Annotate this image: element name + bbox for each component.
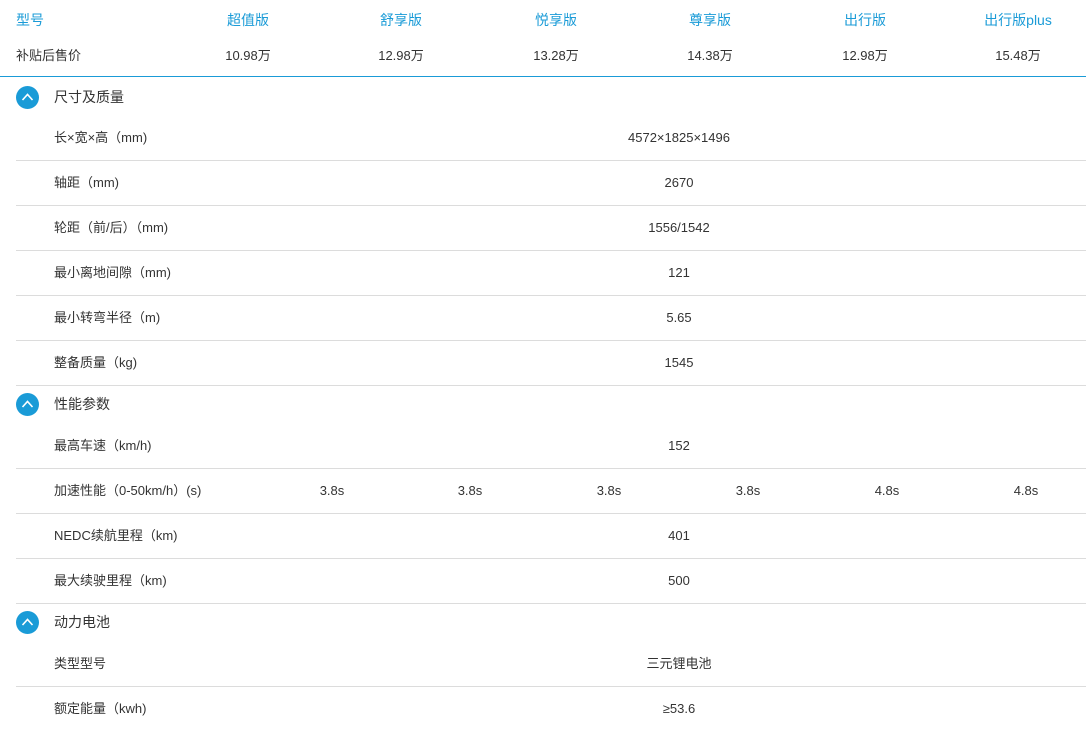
section-title: 动力电池 bbox=[54, 614, 110, 630]
section-title: 尺寸及质量 bbox=[54, 89, 124, 105]
spec-value: ≥53.6 bbox=[662, 701, 696, 716]
spec-row: 长×宽×高（mm) 4572×1825×1496 bbox=[16, 115, 1086, 161]
spec-cell: 3.8s bbox=[596, 483, 622, 498]
spec-label: 额定能量（kwh) bbox=[54, 701, 147, 716]
spec-value: 1556/1542 bbox=[648, 220, 710, 235]
spec-label: 轴距（mm) bbox=[54, 175, 119, 190]
spec-row: 最高车速（km/h) 152 bbox=[16, 423, 1086, 469]
model-label: 型号 bbox=[16, 12, 44, 28]
spec-label: NEDC续航里程（km) bbox=[54, 528, 178, 543]
spec-value: 152 bbox=[668, 438, 690, 453]
spec-value: 三元锂电池 bbox=[646, 656, 712, 671]
chevron-up-icon[interactable] bbox=[16, 393, 39, 416]
model-name[interactable]: 出行版 bbox=[795, 8, 935, 32]
spec-cell: 3.8s bbox=[735, 483, 761, 498]
model-name[interactable]: 悦享版 bbox=[486, 8, 626, 32]
spec-cell: 4.8s bbox=[1013, 483, 1039, 498]
spec-value: 1545 bbox=[664, 355, 694, 370]
spec-value: 2670 bbox=[664, 175, 694, 190]
price-row: 补贴后售价 10.98万 12.98万 13.28万 14.38万 12.98万… bbox=[0, 44, 1086, 68]
section-header-performance: 性能参数 bbox=[0, 384, 1086, 424]
spec-row: 轮距（前/后）（mm) 1556/1542 bbox=[16, 205, 1086, 251]
spec-label: 最小转弯半径（m) bbox=[54, 310, 161, 325]
section-header-dimensions: 尺寸及质量 bbox=[0, 77, 1086, 117]
spec-row: NEDC续航里程（km) 401 bbox=[16, 513, 1086, 559]
spec-label: 类型型号 bbox=[54, 656, 107, 671]
spec-row: 轴距（mm) 2670 bbox=[16, 160, 1086, 206]
spec-value: 4572×1825×1496 bbox=[628, 130, 730, 145]
spec-value: 401 bbox=[668, 528, 690, 543]
chevron-up-icon[interactable] bbox=[16, 86, 39, 109]
price-label: 补贴后售价 bbox=[16, 48, 82, 63]
model-name[interactable]: 舒享版 bbox=[331, 8, 471, 32]
price-value: 12.98万 bbox=[842, 48, 888, 63]
price-value: 13.28万 bbox=[533, 48, 579, 63]
spec-label: 最小离地间隙（mm) bbox=[54, 265, 171, 280]
spec-label: 最高车速（km/h) bbox=[54, 438, 152, 453]
spec-row: 额定能量（kwh) ≥53.6 bbox=[16, 686, 1086, 731]
price-value: 10.98万 bbox=[225, 48, 271, 63]
chevron-up-icon[interactable] bbox=[16, 611, 39, 634]
model-name[interactable]: 超值版 bbox=[178, 8, 318, 32]
model-row: 型号 超值版 舒享版 悦享版 尊享版 出行版 出行版plus bbox=[0, 8, 1086, 32]
section-header-battery: 动力电池 bbox=[0, 602, 1086, 642]
spec-label: 轮距（前/后）（mm) bbox=[54, 220, 169, 235]
price-value: 15.48万 bbox=[995, 48, 1041, 63]
spec-cell: 3.8s bbox=[457, 483, 483, 498]
spec-row: 最大续驶里程（km) 500 bbox=[16, 558, 1086, 604]
spec-value: 5.65 bbox=[666, 310, 692, 325]
spec-row: 整备质量（kg) 1545 bbox=[16, 340, 1086, 386]
section-title: 性能参数 bbox=[54, 396, 110, 412]
spec-header: 型号 超值版 舒享版 悦享版 尊享版 出行版 出行版plus 补贴后售价 10.… bbox=[0, 0, 1086, 77]
spec-value: 500 bbox=[668, 573, 690, 588]
spec-label: 整备质量（kg) bbox=[54, 355, 138, 370]
spec-label: 最大续驶里程（km) bbox=[54, 573, 167, 588]
price-value: 12.98万 bbox=[378, 48, 424, 63]
spec-label: 长×宽×高（mm) bbox=[54, 130, 148, 145]
model-name[interactable]: 尊享版 bbox=[640, 8, 780, 32]
price-value: 14.38万 bbox=[687, 48, 733, 63]
spec-cell: 3.8s bbox=[319, 483, 345, 498]
spec-label: 加速性能（0-50km/h）(s) bbox=[54, 483, 202, 498]
spec-row: 加速性能（0-50km/h）(s) 3.8s 3.8s 3.8s 3.8s 4.… bbox=[16, 468, 1086, 514]
spec-row: 最小离地间隙（mm) 121 bbox=[16, 250, 1086, 296]
spec-row: 最小转弯半径（m) 5.65 bbox=[16, 295, 1086, 341]
spec-value: 121 bbox=[668, 265, 690, 280]
model-name[interactable]: 出行版plus bbox=[948, 8, 1086, 32]
spec-row: 类型型号 三元锂电池 bbox=[16, 641, 1086, 687]
spec-cell: 4.8s bbox=[874, 483, 900, 498]
